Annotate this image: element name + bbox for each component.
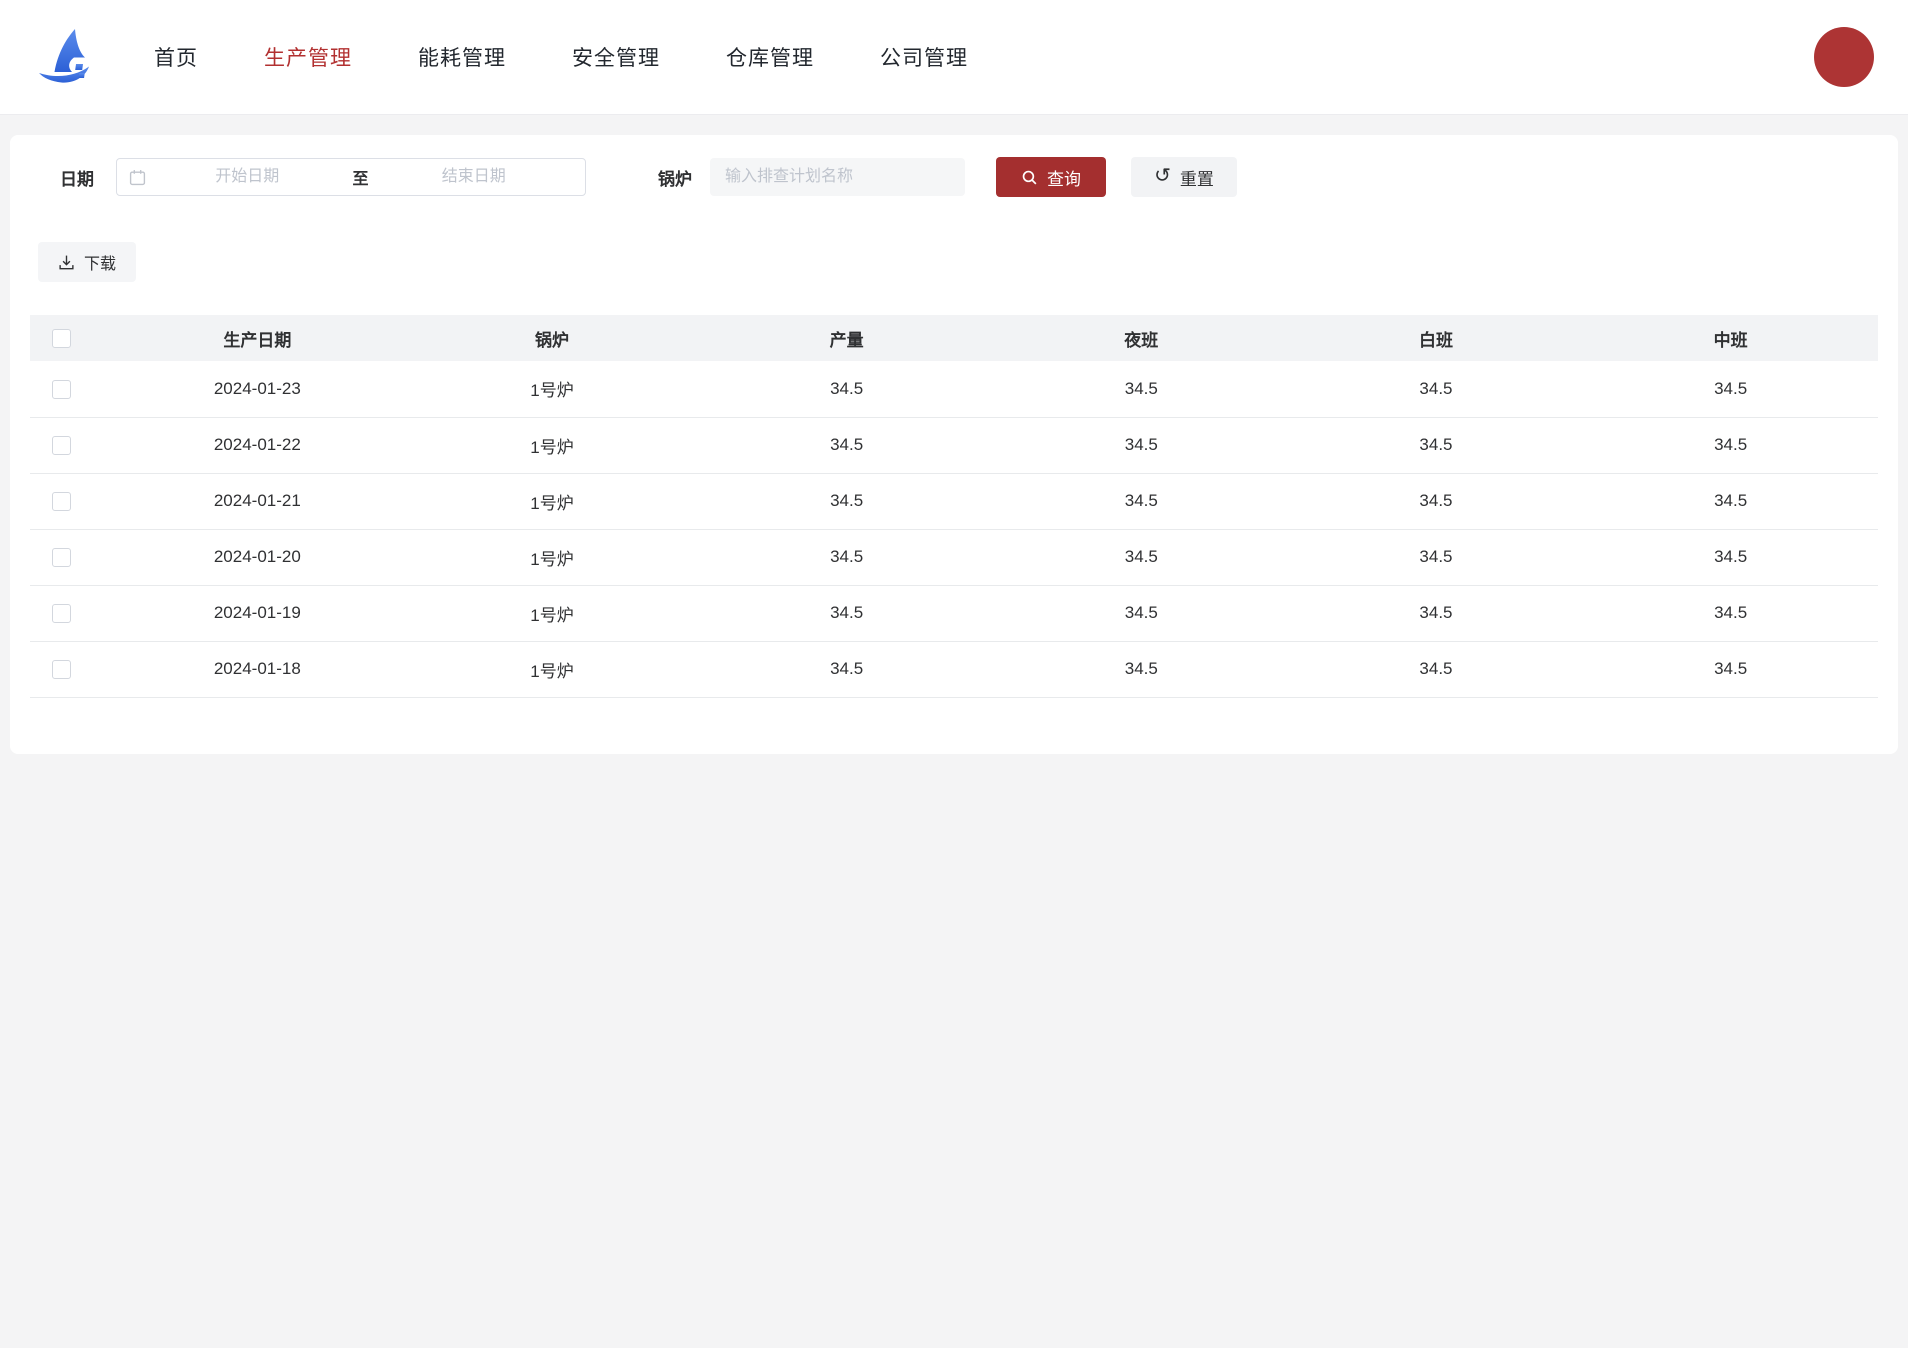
cell-day-shift: 34.5 — [1289, 417, 1584, 473]
cell-production-date: 2024-01-23 — [110, 361, 405, 417]
cell-middle-shift: 34.5 — [1583, 585, 1878, 641]
cell-night-shift: 34.5 — [994, 641, 1289, 697]
user-avatar[interactable] — [1814, 27, 1874, 87]
app-logo-sailboat-icon — [34, 25, 98, 89]
select-all-checkbox[interactable] — [52, 329, 71, 348]
cell-boiler: 1号炉 — [405, 529, 700, 585]
end-date-input[interactable] — [375, 167, 574, 187]
table-row: 2024-01-19 1号炉 34.5 34.5 34.5 34.5 — [30, 585, 1878, 641]
table-row: 2024-01-21 1号炉 34.5 34.5 34.5 34.5 — [30, 473, 1878, 529]
col-night-shift: 夜班 — [994, 315, 1289, 361]
cell-production-date: 2024-01-19 — [110, 585, 405, 641]
nav-item-company[interactable]: 公司管理 — [880, 42, 968, 72]
cell-night-shift: 34.5 — [994, 473, 1289, 529]
col-boiler: 锅炉 — [405, 315, 700, 361]
cell-night-shift: 34.5 — [994, 529, 1289, 585]
row-checkbox[interactable] — [52, 492, 71, 511]
content-card: 日期 至 锅炉 查询 — [10, 135, 1898, 754]
cell-middle-shift: 34.5 — [1583, 417, 1878, 473]
cell-day-shift: 34.5 — [1289, 641, 1584, 697]
cell-middle-shift: 34.5 — [1583, 641, 1878, 697]
top-navigation-bar: 首页 生产管理 能耗管理 安全管理 仓库管理 公司管理 — [0, 0, 1908, 115]
col-production-date: 生产日期 — [110, 315, 405, 361]
table-body: 2024-01-23 1号炉 34.5 34.5 34.5 34.5 2024-… — [30, 361, 1878, 697]
query-button[interactable]: 查询 — [996, 157, 1106, 197]
download-button[interactable]: 下载 — [38, 242, 136, 282]
cell-day-shift: 34.5 — [1289, 585, 1584, 641]
download-button-label: 下载 — [84, 250, 116, 274]
filter-row: 日期 至 锅炉 查询 — [60, 157, 1878, 197]
start-date-input[interactable] — [148, 167, 347, 187]
cell-middle-shift: 34.5 — [1583, 529, 1878, 585]
query-button-label: 查询 — [1047, 165, 1081, 190]
cell-night-shift: 34.5 — [994, 585, 1289, 641]
cell-day-shift: 34.5 — [1289, 529, 1584, 585]
nav-item-warehouse[interactable]: 仓库管理 — [726, 42, 814, 72]
download-icon — [58, 254, 75, 271]
nav-item-home[interactable]: 首页 — [154, 42, 198, 72]
cell-output: 34.5 — [699, 585, 994, 641]
boiler-name-input[interactable] — [710, 158, 965, 196]
table-row: 2024-01-22 1号炉 34.5 34.5 34.5 34.5 — [30, 417, 1878, 473]
production-table: 生产日期 锅炉 产量 夜班 白班 中班 2024-01-23 1号炉 34.5 … — [30, 315, 1878, 698]
table-row: 2024-01-20 1号炉 34.5 34.5 34.5 34.5 — [30, 529, 1878, 585]
table-row: 2024-01-18 1号炉 34.5 34.5 34.5 34.5 — [30, 641, 1878, 697]
cell-output: 34.5 — [699, 529, 994, 585]
cell-production-date: 2024-01-20 — [110, 529, 405, 585]
cell-boiler: 1号炉 — [405, 417, 700, 473]
reset-icon: ↺ — [1154, 166, 1171, 186]
date-filter-label: 日期 — [60, 165, 94, 190]
cell-output: 34.5 — [699, 473, 994, 529]
nav-item-energy[interactable]: 能耗管理 — [418, 42, 506, 72]
cell-middle-shift: 34.5 — [1583, 361, 1878, 417]
cell-boiler: 1号炉 — [405, 641, 700, 697]
row-checkbox[interactable] — [52, 548, 71, 567]
col-middle-shift: 中班 — [1583, 315, 1878, 361]
cell-boiler: 1号炉 — [405, 585, 700, 641]
table-header-row: 生产日期 锅炉 产量 夜班 白班 中班 — [30, 315, 1878, 361]
nav-item-production[interactable]: 生产管理 — [264, 42, 352, 72]
cell-production-date: 2024-01-22 — [110, 417, 405, 473]
main-nav: 首页 生产管理 能耗管理 安全管理 仓库管理 公司管理 — [154, 42, 968, 72]
nav-item-safety[interactable]: 安全管理 — [572, 42, 660, 72]
date-range-separator: 至 — [347, 165, 375, 189]
cell-output: 34.5 — [699, 641, 994, 697]
cell-production-date: 2024-01-21 — [110, 473, 405, 529]
calendar-icon — [129, 169, 146, 186]
cell-production-date: 2024-01-18 — [110, 641, 405, 697]
row-checkbox[interactable] — [52, 380, 71, 399]
row-checkbox[interactable] — [52, 660, 71, 679]
col-day-shift: 白班 — [1289, 315, 1584, 361]
cell-output: 34.5 — [699, 361, 994, 417]
cell-day-shift: 34.5 — [1289, 473, 1584, 529]
row-checkbox[interactable] — [52, 604, 71, 623]
cell-output: 34.5 — [699, 417, 994, 473]
cell-boiler: 1号炉 — [405, 473, 700, 529]
boiler-filter-label: 锅炉 — [658, 165, 692, 190]
reset-button[interactable]: ↺ 重置 — [1131, 157, 1237, 197]
reset-button-label: 重置 — [1180, 165, 1214, 190]
table-row: 2024-01-23 1号炉 34.5 34.5 34.5 34.5 — [30, 361, 1878, 417]
cell-day-shift: 34.5 — [1289, 361, 1584, 417]
cell-middle-shift: 34.5 — [1583, 473, 1878, 529]
row-checkbox[interactable] — [52, 436, 71, 455]
search-icon — [1021, 169, 1038, 186]
col-output: 产量 — [699, 315, 994, 361]
cell-night-shift: 34.5 — [994, 417, 1289, 473]
date-range-picker[interactable]: 至 — [116, 158, 586, 196]
cell-boiler: 1号炉 — [405, 361, 700, 417]
cell-night-shift: 34.5 — [994, 361, 1289, 417]
